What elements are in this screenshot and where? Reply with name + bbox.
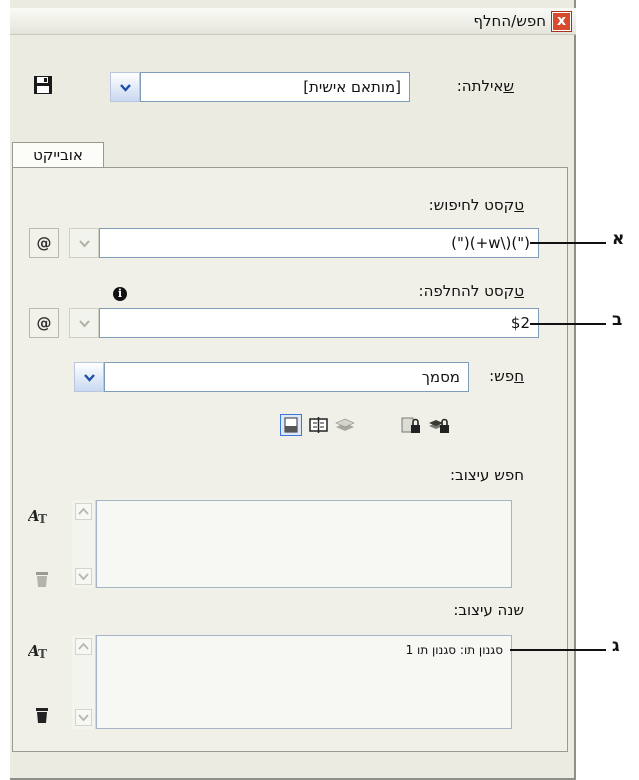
find-format-box[interactable] (96, 500, 512, 588)
callout-label-c: ג (612, 636, 620, 656)
find-special-char-button[interactable]: @ (29, 228, 59, 258)
footnotes-icon[interactable] (308, 414, 330, 436)
callout-label-b: ב (612, 310, 623, 330)
find-text-label: טקסט לחיפוש: (428, 196, 524, 214)
replace-text-input[interactable]: $2 (99, 308, 539, 338)
callout-line-b (530, 323, 606, 325)
scroll-up-button[interactable] (75, 638, 92, 655)
find-replace-panel: חפש/החלף x שאילתה: [מותאם אישית] אובייקט… (10, 0, 576, 780)
svg-text:T: T (38, 512, 47, 526)
specify-change-format-icon[interactable]: A T (28, 641, 50, 661)
locked-stories-icon[interactable] (400, 414, 422, 436)
chevron-down-icon (79, 320, 90, 328)
find-format-scrollbar[interactable] (72, 500, 96, 588)
query-select[interactable]: [מותאם אישית] (140, 72, 410, 102)
info-icon: i (113, 287, 127, 301)
callout-line-c (510, 649, 606, 651)
replace-recent-dropdown[interactable] (69, 308, 99, 338)
chevron-down-icon (84, 374, 95, 382)
search-scope-select[interactable]: מסמך (104, 362, 469, 392)
chevron-down-icon (78, 714, 89, 722)
change-format-scrollbar[interactable] (72, 635, 96, 729)
change-format-value: סגנון תו: סגנון תו 1 (405, 643, 503, 657)
locked-layers-icon[interactable] (428, 414, 450, 436)
change-format-box[interactable]: סגנון תו: סגנון תו 1 (96, 635, 512, 729)
window-title: חפש/החלף (473, 12, 546, 30)
scroll-down-button[interactable] (75, 568, 92, 585)
clear-change-format-icon[interactable] (32, 704, 54, 724)
replace-text-label: טקסט להחלפה: (418, 282, 524, 300)
scroll-up-button[interactable] (75, 503, 92, 520)
chevron-down-icon (120, 84, 131, 92)
query-dropdown-button[interactable] (110, 72, 140, 102)
search-scope-label: חפש: (489, 367, 524, 385)
query-label: שאילתה: (456, 77, 514, 95)
tab-object[interactable]: אובייקט (12, 142, 104, 168)
title-bar: חפש/החלף x (10, 8, 576, 35)
change-format-label: שנה עיצוב: (453, 601, 524, 619)
search-scope-dropdown-button[interactable] (74, 362, 104, 392)
find-recent-dropdown[interactable] (69, 228, 99, 258)
layers-icon[interactable] (334, 414, 356, 436)
chevron-up-icon (78, 507, 89, 515)
save-query-icon[interactable] (33, 75, 53, 95)
chevron-up-icon (78, 642, 89, 650)
callout-label-a: א (612, 229, 625, 249)
svg-text:T: T (38, 647, 47, 661)
chevron-down-icon (78, 573, 89, 581)
callout-line-a (530, 242, 606, 244)
specify-find-format-icon[interactable]: A T (28, 506, 50, 526)
find-text-input[interactable]: (")(\w+)(") (99, 228, 539, 258)
scroll-down-button[interactable] (75, 709, 92, 726)
clear-find-format-icon[interactable] (32, 568, 54, 588)
master-pages-icon[interactable] (280, 414, 302, 436)
find-format-label: חפש עיצוב: (449, 466, 524, 484)
chevron-down-icon (79, 240, 90, 248)
close-button[interactable]: x (552, 12, 571, 31)
replace-special-char-button[interactable]: @ (29, 308, 59, 338)
